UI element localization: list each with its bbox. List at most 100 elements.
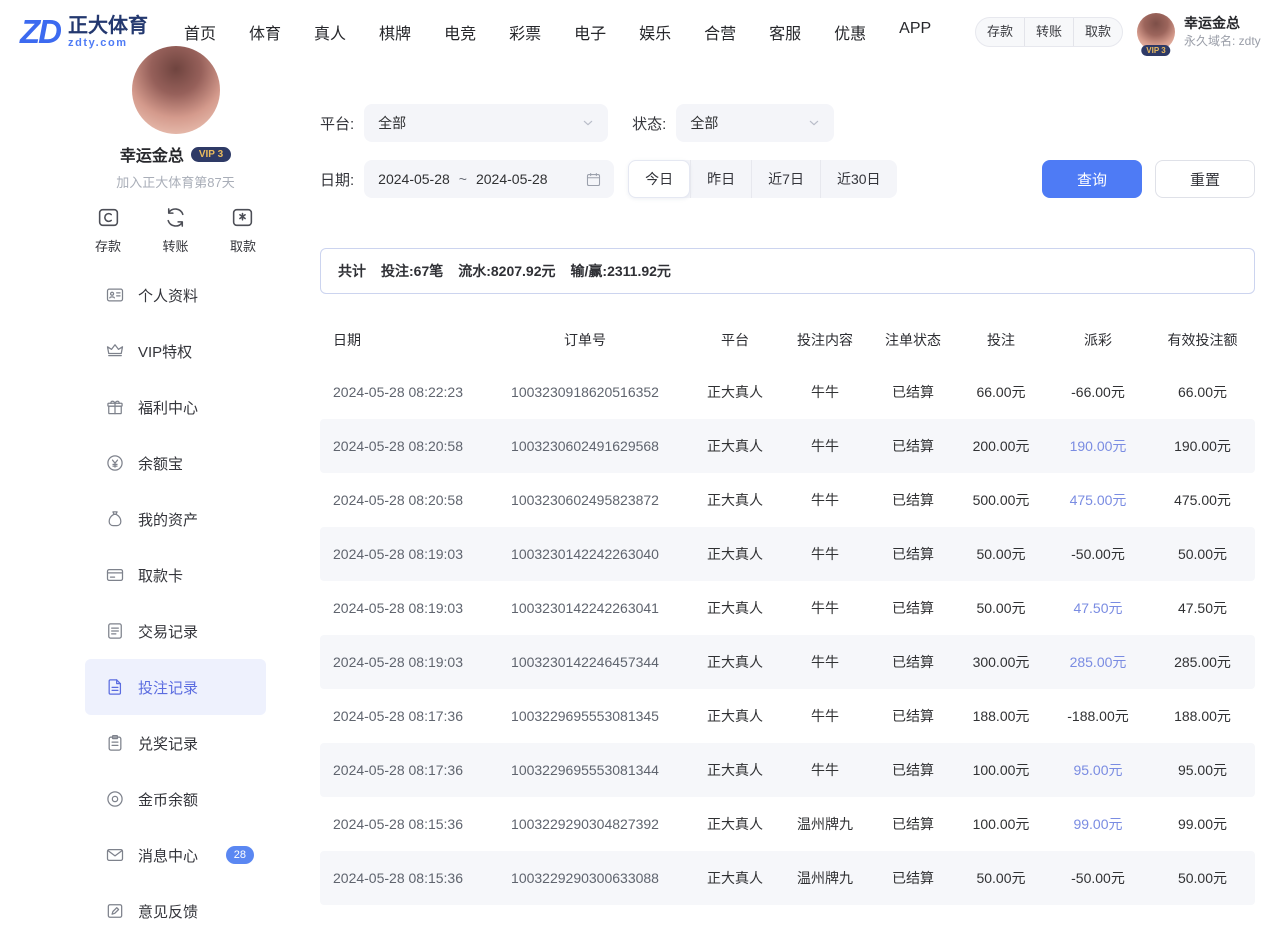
deposit-link[interactable]: 存款 bbox=[976, 18, 1024, 46]
col-bet-status: 注单状态 bbox=[870, 330, 956, 350]
reset-button[interactable]: 重置 bbox=[1155, 160, 1255, 198]
cell-valid-bet: 50.00元 bbox=[1150, 544, 1255, 564]
feedback-pencil-icon bbox=[105, 901, 125, 921]
sidebar-item-withdraw-card[interactable]: 取款卡 bbox=[85, 547, 266, 603]
sidebar-item-welfare-center[interactable]: 福利中心 bbox=[85, 379, 266, 435]
col-payout: 派彩 bbox=[1046, 330, 1150, 350]
status-select-value: 全部 bbox=[690, 113, 718, 133]
unread-count-badge: 28 bbox=[226, 846, 254, 864]
search-button[interactable]: 查询 bbox=[1042, 160, 1142, 198]
cell-bet-content: 牛牛 bbox=[780, 598, 870, 618]
cell-platform: 正大真人 bbox=[690, 598, 780, 618]
cell-order-no: 1003229290304827392 bbox=[480, 816, 690, 832]
gift-icon bbox=[105, 397, 125, 417]
cell-bet-content: 牛牛 bbox=[780, 436, 870, 456]
table-row: 2024-05-28 08:17:36 1003229695553081345 … bbox=[320, 689, 1255, 743]
quick-action-withdraw[interactable]: 取款 bbox=[230, 205, 256, 255]
cell-bet-amount: 100.00元 bbox=[956, 814, 1046, 834]
date-range-input[interactable]: 2024-05-28 ~ 2024-05-28 bbox=[364, 160, 614, 198]
money-bag-icon bbox=[105, 509, 125, 529]
crown-icon bbox=[105, 341, 125, 361]
vip-badge: VIP 3 bbox=[1141, 45, 1170, 56]
permanent-domain: 永久域名: zdty bbox=[1184, 33, 1261, 50]
nav-item-lottery[interactable]: 彩票 bbox=[509, 20, 541, 44]
cell-order-no: 1003230918620516352 bbox=[480, 384, 690, 400]
sidebar-item-redeem-records[interactable]: 兑奖记录 bbox=[85, 715, 266, 771]
nav-item-customer-service[interactable]: 客服 bbox=[769, 20, 801, 44]
cell-payout: -66.00元 bbox=[1046, 382, 1150, 402]
sidebar-item-profile[interactable]: 个人资料 bbox=[85, 267, 266, 323]
summary-bar: 共计 投注:67笔 流水:8207.92元 输/赢:2311.92元 bbox=[320, 248, 1255, 294]
nav-item-home[interactable]: 首页 bbox=[184, 20, 216, 44]
cell-payout: 190.00元 bbox=[1046, 436, 1150, 456]
nav-item-esports[interactable]: 电竞 bbox=[444, 20, 476, 44]
withdraw-link[interactable]: 取款 bbox=[1073, 18, 1122, 46]
nav-item-slots[interactable]: 电子 bbox=[574, 20, 606, 44]
profile-avatar[interactable] bbox=[132, 46, 220, 134]
range-last-7-days[interactable]: 近7日 bbox=[751, 160, 820, 198]
nav-item-live-casino[interactable]: 真人 bbox=[314, 20, 346, 44]
user-info[interactable]: VIP 3 幸运金总 永久域名: zdty bbox=[1137, 13, 1269, 51]
cell-bet-amount: 500.00元 bbox=[956, 490, 1046, 510]
transfer-link[interactable]: 转账 bbox=[1024, 18, 1073, 46]
col-platform: 平台 bbox=[690, 330, 780, 350]
cell-bet-status: 已结算 bbox=[870, 760, 956, 780]
cell-bet-status: 已结算 bbox=[870, 382, 956, 402]
sidebar-item-transaction-records[interactable]: 交易记录 bbox=[85, 603, 266, 659]
cell-bet-content: 牛牛 bbox=[780, 706, 870, 726]
nav-item-chess-cards[interactable]: 棋牌 bbox=[379, 20, 411, 44]
cell-bet-content: 温州牌九 bbox=[780, 814, 870, 834]
cell-order-no: 1003230142242263041 bbox=[480, 600, 690, 616]
cell-platform: 正大真人 bbox=[690, 706, 780, 726]
quick-action-transfer[interactable]: 转账 bbox=[162, 205, 188, 255]
cell-bet-status: 已结算 bbox=[870, 868, 956, 888]
join-days-text: 加入正大体育第87天 bbox=[85, 172, 266, 191]
cell-bet-amount: 50.00元 bbox=[956, 598, 1046, 618]
user-name: 幸运金总 bbox=[1184, 14, 1261, 34]
table-row: 2024-05-28 08:20:58 1003230602491629568 … bbox=[320, 419, 1255, 473]
nav-item-entertainment[interactable]: 娱乐 bbox=[639, 20, 671, 44]
sidebar-item-bet-records[interactable]: 投注记录 bbox=[85, 659, 266, 715]
cell-valid-bet: 95.00元 bbox=[1150, 760, 1255, 780]
sidebar-item-message-center[interactable]: 消息中心 28 bbox=[85, 827, 266, 883]
nav-item-app[interactable]: APP bbox=[899, 20, 931, 44]
platform-select[interactable]: 全部 bbox=[364, 104, 608, 142]
filter-row-2: 日期: 2024-05-28 ~ 2024-05-28 今日 昨日 近7日 近3… bbox=[320, 160, 1255, 198]
cell-platform: 正大真人 bbox=[690, 544, 780, 564]
cell-valid-bet: 99.00元 bbox=[1150, 814, 1255, 834]
sidebar-item-feedback[interactable]: 意见反馈 bbox=[85, 883, 266, 939]
cell-bet-amount: 300.00元 bbox=[956, 652, 1046, 672]
date-label: 日期: bbox=[320, 169, 354, 190]
mail-icon bbox=[105, 845, 125, 865]
cell-valid-bet: 47.50元 bbox=[1150, 598, 1255, 618]
cell-payout: 47.50元 bbox=[1046, 598, 1150, 618]
cell-bet-content: 牛牛 bbox=[780, 544, 870, 564]
cell-bet-status: 已结算 bbox=[870, 436, 956, 456]
nav-item-promotions[interactable]: 优惠 bbox=[834, 20, 866, 44]
sidebar-item-yuebao[interactable]: 余额宝 bbox=[85, 435, 266, 491]
range-last-30-days[interactable]: 近30日 bbox=[820, 160, 897, 198]
range-yesterday[interactable]: 昨日 bbox=[690, 160, 751, 198]
table-row: 2024-05-28 08:19:03 1003230142242263041 … bbox=[320, 581, 1255, 635]
range-today[interactable]: 今日 bbox=[628, 160, 690, 198]
status-select[interactable]: 全部 bbox=[676, 104, 834, 142]
nav-item-partnership[interactable]: 合营 bbox=[704, 20, 736, 44]
nav-item-sports[interactable]: 体育 bbox=[249, 20, 281, 44]
quick-actions: 存款 转账 取款 bbox=[85, 205, 266, 255]
sidebar-item-my-assets[interactable]: 我的资产 bbox=[85, 491, 266, 547]
deposit-icon bbox=[96, 205, 121, 230]
cell-bet-amount: 200.00元 bbox=[956, 436, 1046, 456]
cell-bet-amount: 50.00元 bbox=[956, 868, 1046, 888]
cell-bet-content: 牛牛 bbox=[780, 382, 870, 402]
sidebar-item-gold-coin-balance[interactable]: 金币余额 bbox=[85, 771, 266, 827]
cell-order-no: 1003230142242263040 bbox=[480, 546, 690, 562]
profile-name: 幸运金总 bbox=[120, 142, 184, 166]
cell-date: 2024-05-28 08:19:03 bbox=[320, 546, 480, 562]
cell-valid-bet: 50.00元 bbox=[1150, 868, 1255, 888]
cell-order-no: 1003229695553081344 bbox=[480, 762, 690, 778]
summary-turnover: 流水:8207.92元 bbox=[458, 261, 555, 281]
sidebar-item-vip-privileges[interactable]: VIP特权 bbox=[85, 323, 266, 379]
col-date: 日期 bbox=[320, 330, 480, 350]
quick-action-deposit[interactable]: 存款 bbox=[95, 205, 121, 255]
site-logo[interactable]: ZD 正大体育 zdty.com bbox=[20, 13, 148, 51]
